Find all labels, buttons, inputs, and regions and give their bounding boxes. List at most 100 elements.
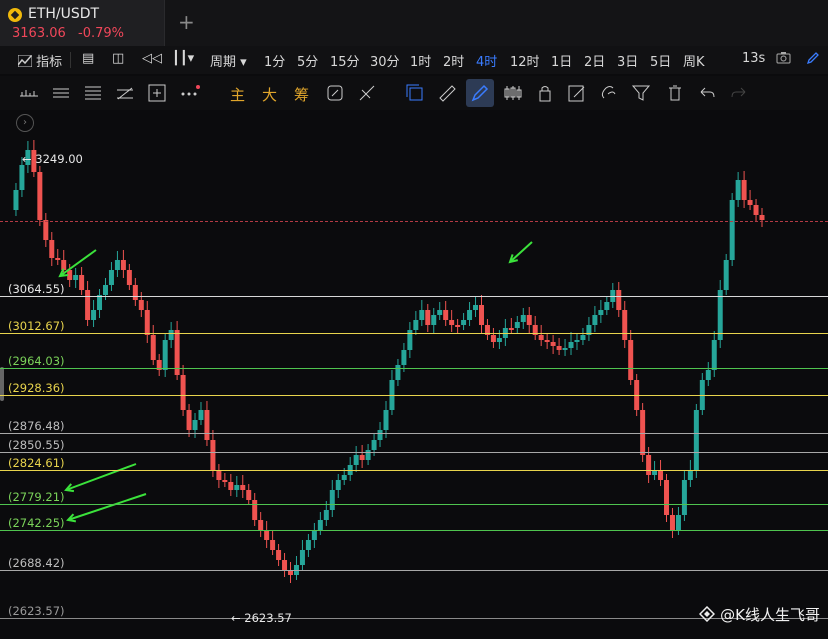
level-line[interactable] [0, 530, 828, 531]
level-line[interactable] [0, 470, 828, 471]
candle-body [616, 290, 622, 310]
lock-icon[interactable] [534, 82, 556, 104]
draw-tool-icon[interactable] [466, 79, 494, 107]
candle-body [305, 540, 311, 550]
level-line[interactable] [0, 452, 828, 453]
candle-body [449, 320, 455, 325]
candle-body [359, 455, 365, 460]
tf-1m[interactable]: 1分 [264, 51, 285, 70]
candle-body [270, 540, 276, 550]
candle-body [520, 315, 526, 322]
tab-price: 3163.06 [12, 26, 66, 41]
tf-12h[interactable]: 12时 [510, 51, 540, 70]
level-line[interactable] [0, 395, 828, 396]
candlestick-chart [13, 140, 765, 583]
level-label: (3064.55) [8, 282, 65, 296]
chart-area[interactable]: › (3064.55) (3012.67) (2964.03) (2928.36) (2… [0, 110, 828, 639]
candle-body [120, 260, 126, 270]
indicators-button[interactable]: 指标 [17, 51, 62, 70]
add-tab-button[interactable]: + [178, 10, 195, 34]
add-indicator-icon[interactable] [146, 82, 168, 104]
trend-lines-icon[interactable] [114, 82, 136, 104]
candle-body [240, 485, 246, 490]
candle-body [180, 375, 186, 410]
filter-icon[interactable] [630, 82, 652, 104]
level-label: (2742.25) [8, 516, 65, 530]
tf-5m[interactable]: 5分 [297, 51, 318, 70]
tf-1h[interactable]: 1时 [410, 51, 431, 70]
candle-body [144, 310, 150, 335]
candle-body [55, 258, 61, 260]
tf-5d[interactable]: 5日 [650, 51, 671, 70]
candle-body [132, 285, 138, 300]
high-value: 3249.00 [35, 152, 83, 166]
main-chart-button[interactable]: 主 [230, 84, 245, 105]
pencil-icon[interactable] [806, 51, 820, 69]
candle-body [431, 315, 437, 325]
candle-body [443, 310, 449, 320]
candle-body [335, 480, 341, 490]
volume-bars-icon[interactable] [18, 82, 40, 104]
candle-body [574, 340, 580, 342]
more-icon[interactable] [178, 82, 200, 104]
candle-body [97, 295, 103, 310]
level-label: (3012.67) [8, 319, 65, 333]
period-dropdown[interactable]: 周期 ▾ [210, 51, 247, 70]
low-marker: ← 2623.57 [231, 611, 292, 625]
undo-icon[interactable] [696, 82, 718, 104]
big-orders-button[interactable]: 大 [262, 84, 277, 105]
tab-eth-usdt[interactable]: ETH/USDT 3163.06 -0.79% [0, 0, 165, 46]
level-line[interactable] [0, 504, 828, 505]
candles-icon[interactable] [502, 82, 524, 104]
redo-icon[interactable] [728, 82, 750, 104]
tf-2h[interactable]: 2时 [443, 51, 464, 70]
level-line[interactable] [0, 333, 828, 334]
tf-2d[interactable]: 2日 [584, 51, 605, 70]
candle-body [43, 220, 49, 240]
tf-weekly[interactable]: 周K [683, 51, 705, 70]
camera-icon[interactable] [776, 51, 791, 68]
candle-body [13, 190, 19, 210]
edit-note-icon[interactable] [566, 82, 588, 104]
level-line[interactable] [0, 368, 828, 369]
tf-4h[interactable]: 4时 [476, 51, 497, 70]
candle-body [473, 305, 479, 310]
ruler-icon[interactable] [436, 82, 458, 104]
layout-icon[interactable]: ◫ [112, 51, 124, 66]
low-value: 2623.57 [244, 611, 292, 625]
tf-3d[interactable]: 3日 [617, 51, 638, 70]
template-icon[interactable]: ▤ [82, 51, 94, 66]
sync-icon[interactable] [324, 82, 346, 104]
rewind-icon[interactable]: ◁◁ [142, 51, 162, 66]
candle-body [228, 482, 234, 490]
level-line[interactable] [0, 296, 828, 297]
fib-icon[interactable] [82, 82, 104, 104]
candle-body [383, 410, 389, 430]
chips-button[interactable]: 筹 [294, 84, 309, 105]
candle-body [664, 480, 670, 515]
copy-icon[interactable] [404, 82, 426, 104]
link-icon[interactable] [598, 82, 620, 104]
tf-30m[interactable]: 30分 [370, 51, 400, 70]
candle-body [478, 305, 484, 325]
magnet-icon[interactable] [356, 82, 378, 104]
candle-type-icon[interactable]: ┃┃▾ [172, 51, 194, 66]
candle-body [19, 165, 25, 190]
level-line[interactable] [0, 570, 828, 571]
level-label: (2964.03) [8, 354, 65, 368]
tab-change: -0.79% [78, 26, 124, 41]
tf-1d[interactable]: 1日 [551, 51, 572, 70]
candle-body [669, 515, 675, 530]
candle-body [49, 240, 55, 258]
candle-body [114, 260, 120, 270]
annotation-arrow [65, 463, 137, 491]
trash-icon[interactable] [664, 82, 686, 104]
candle-body [162, 340, 168, 370]
candle-body [79, 275, 85, 290]
level-line[interactable] [0, 433, 828, 434]
candle-body [37, 172, 43, 220]
tf-15m[interactable]: 15分 [330, 51, 360, 70]
lines-icon[interactable] [50, 82, 72, 104]
level-label: (2824.61) [8, 456, 65, 470]
candle-body [413, 320, 419, 330]
